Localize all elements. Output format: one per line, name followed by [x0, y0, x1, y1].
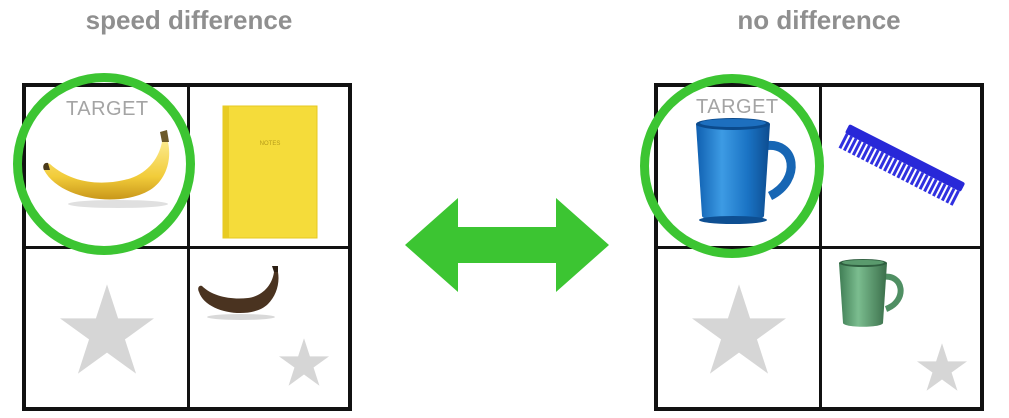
- ripe-banana-icon: [198, 266, 279, 320]
- green-mug-icon: [839, 259, 904, 327]
- panel-title-speed-difference: speed difference: [85, 5, 293, 35]
- panel-title-no-difference: no difference: [737, 5, 901, 35]
- notebook-label: NOTES: [260, 141, 281, 147]
- small-star-icon: [917, 343, 967, 391]
- small-star-icon: [279, 338, 329, 386]
- notebook-icon: NOTES: [222, 105, 318, 239]
- target-highlight-ring: [640, 74, 824, 258]
- star-icon: [60, 284, 154, 374]
- star-icon: [692, 284, 786, 374]
- double-arrow-icon: [405, 198, 609, 292]
- comb-icon: [837, 124, 965, 207]
- target-highlight-ring: [13, 73, 195, 255]
